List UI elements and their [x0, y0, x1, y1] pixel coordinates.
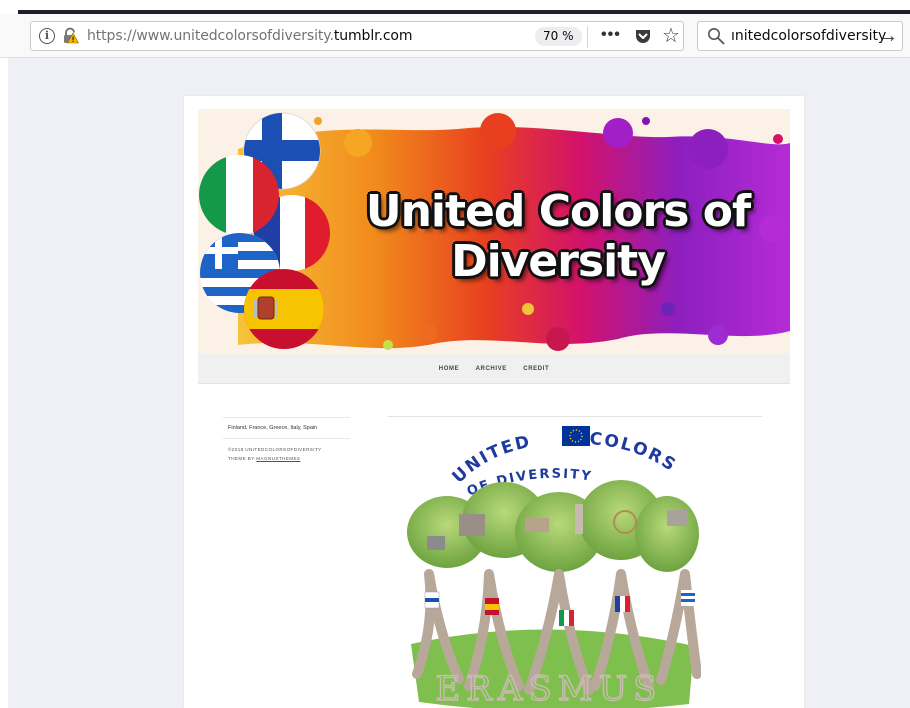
copyright-text: ©2018 UNITEDCOLORSOFDIVERSITY — [228, 447, 322, 452]
theme-credit-link[interactable]: MAGNUSTHEMES — [256, 456, 300, 461]
banner-title-line1: United Colors of — [365, 186, 751, 237]
banner-title-line2: Diversity — [451, 236, 666, 287]
post-divider — [388, 416, 762, 417]
page-viewport: United Colors of Diversity HOME ARCHIVE … — [8, 58, 910, 708]
info-icon[interactable]: i — [39, 28, 55, 44]
address-bar[interactable]: i https://www.unitedcolorsofdiversity.tu… — [30, 21, 684, 51]
nav-home-link[interactable]: HOME — [439, 354, 459, 384]
zoom-level-badge[interactable]: 70 % — [535, 27, 582, 46]
banner-title: United Colors of Diversity — [348, 187, 768, 287]
page-actions-icon[interactable]: ••• — [601, 27, 621, 43]
url-separator — [587, 26, 588, 48]
go-arrow-icon[interactable]: → — [878, 24, 898, 48]
search-icon — [708, 28, 725, 45]
theme-credit: THEME BY MAGNUSTHEMES — [228, 456, 301, 461]
url-text[interactable]: https://www.unitedcolorsofdiversity.tumb… — [87, 28, 413, 44]
search-bar[interactable]: ınitedcolorsofdiversity → — [697, 21, 903, 51]
blog-nav: HOME ARCHIVE CREDIT — [198, 354, 790, 384]
blog-sidebar: Finland, France, Greece, Italy, Spain ©2… — [223, 417, 350, 463]
nav-archive-link[interactable]: ARCHIVE — [476, 354, 507, 384]
blog-container: United Colors of Diversity HOME ARCHIVE … — [184, 96, 804, 708]
eu-flag-icon — [562, 426, 590, 446]
flag-spain — [244, 269, 324, 349]
pocket-icon[interactable] — [634, 28, 652, 45]
logo-arc-right: COLORS — [589, 429, 679, 476]
sidebar-meta: ©2018 UNITEDCOLORSOFDIVERSITY THEME BY M… — [223, 445, 350, 463]
bookmark-star-icon[interactable]: ☆ — [662, 25, 680, 47]
insecure-lock-icon[interactable] — [61, 27, 79, 45]
blog-header-banner[interactable]: United Colors of Diversity — [198, 109, 790, 354]
sidebar-tags[interactable]: Finland, France, Greece, Italy, Spain — [223, 417, 350, 439]
browser-toolbar: i https://www.unitedcolorsofdiversity.tu… — [0, 14, 910, 58]
url-domain: tumblr.com — [333, 28, 413, 44]
logo-ground-text: ERASMUS — [435, 669, 662, 708]
search-input[interactable]: ınitedcolorsofdiversity — [731, 28, 886, 44]
svg-text:COLORS: COLORS — [589, 429, 681, 476]
nav-credit-link[interactable]: CREDIT — [523, 354, 549, 384]
post-image-erasmus-logo[interactable]: UNITED COLORS OF DIVERSITY — [399, 424, 701, 708]
